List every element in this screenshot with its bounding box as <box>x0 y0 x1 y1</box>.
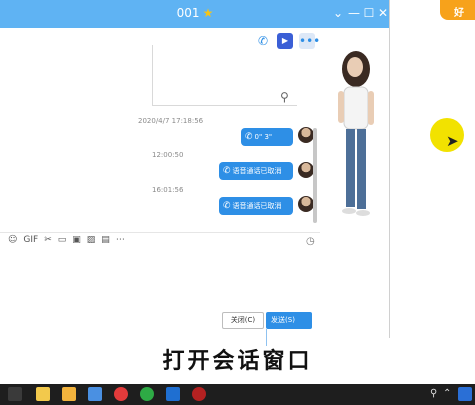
more-options-icon[interactable]: ⋯ <box>116 235 125 245</box>
timestamp: 12:00:50 <box>152 151 184 159</box>
tray-app-icon[interactable] <box>458 387 472 401</box>
close-button[interactable]: 关闭(C) <box>222 312 264 329</box>
phone-device-icon[interactable]: ▤ <box>101 235 110 245</box>
message-bubble[interactable]: ✆ 0" 3" <box>241 128 293 146</box>
message-bubble[interactable]: ✆ 语音通话已取消 <box>219 197 293 215</box>
chevron-down-icon[interactable]: ⌄ <box>331 6 345 20</box>
close-window-button[interactable]: ✕ <box>376 6 390 20</box>
send-button[interactable]: 发送(S)⌄ <box>266 312 312 346</box>
contact-name: 001 <box>176 6 200 20</box>
minimize-button[interactable]: — <box>347 6 361 20</box>
folder-icon[interactable]: ▭ <box>58 235 67 245</box>
image-icon[interactable]: ▨ <box>87 235 96 245</box>
qq-icon[interactable] <box>114 387 128 401</box>
scissors-icon[interactable]: ✂ <box>44 235 52 245</box>
search-icon[interactable]: ⚲ <box>280 90 289 104</box>
history-icon[interactable]: ◷ <box>306 236 315 247</box>
timestamp: 2020/4/7 17:18:56 <box>138 117 204 125</box>
store-icon[interactable] <box>36 387 50 401</box>
character-illustration <box>338 51 374 216</box>
edge-icon[interactable] <box>166 387 180 401</box>
video-caption: 打开会话窗口 <box>162 349 313 374</box>
browser-icon[interactable] <box>140 387 154 401</box>
message-bubble[interactable]: ✆ 语音通话已取消 <box>219 162 293 180</box>
window-border <box>389 0 390 338</box>
message-input[interactable] <box>8 252 308 307</box>
avatar[interactable] <box>298 196 314 212</box>
avatar[interactable] <box>298 162 314 178</box>
gif-icon[interactable]: GIF <box>23 235 38 245</box>
avatar[interactable] <box>298 127 314 143</box>
mail-icon[interactable] <box>88 387 102 401</box>
timestamp: 16:01:56 <box>152 186 184 194</box>
mouse-cursor-icon: ➤ <box>446 132 459 150</box>
phone-icon: ✆ <box>223 166 231 176</box>
tray-person-icon[interactable]: ⚲ <box>430 388 437 399</box>
star-icon[interactable]: ★ <box>203 6 214 20</box>
phone-icon: ✆ <box>223 201 231 211</box>
tray-arrow-icon[interactable]: ⌃ <box>443 388 451 399</box>
maximize-button[interactable]: ☐ <box>362 6 376 20</box>
input-toolbar: ☺ GIF ✂ ▭ ▣ ▨ ▤ ⋯ <box>8 235 131 249</box>
divider <box>0 232 320 233</box>
scrollbar[interactable] <box>313 128 317 223</box>
windows-start-icon[interactable] <box>8 387 22 401</box>
logo-text: 好 <box>454 8 464 19</box>
folder-icon[interactable] <box>62 387 76 401</box>
title-bar: 001 ★ ⌄ — ☐ ✕ <box>0 0 390 28</box>
taskbar: ⚲ ⌃ <box>0 384 475 405</box>
screenshot-icon[interactable]: ▣ <box>72 235 81 245</box>
more-icon[interactable]: ••• <box>299 33 320 49</box>
chat-search-panel <box>152 45 297 106</box>
emoji-icon[interactable]: ☺ <box>8 235 17 245</box>
phone-icon: ✆ <box>245 132 253 142</box>
recorder-icon[interactable] <box>192 387 206 401</box>
